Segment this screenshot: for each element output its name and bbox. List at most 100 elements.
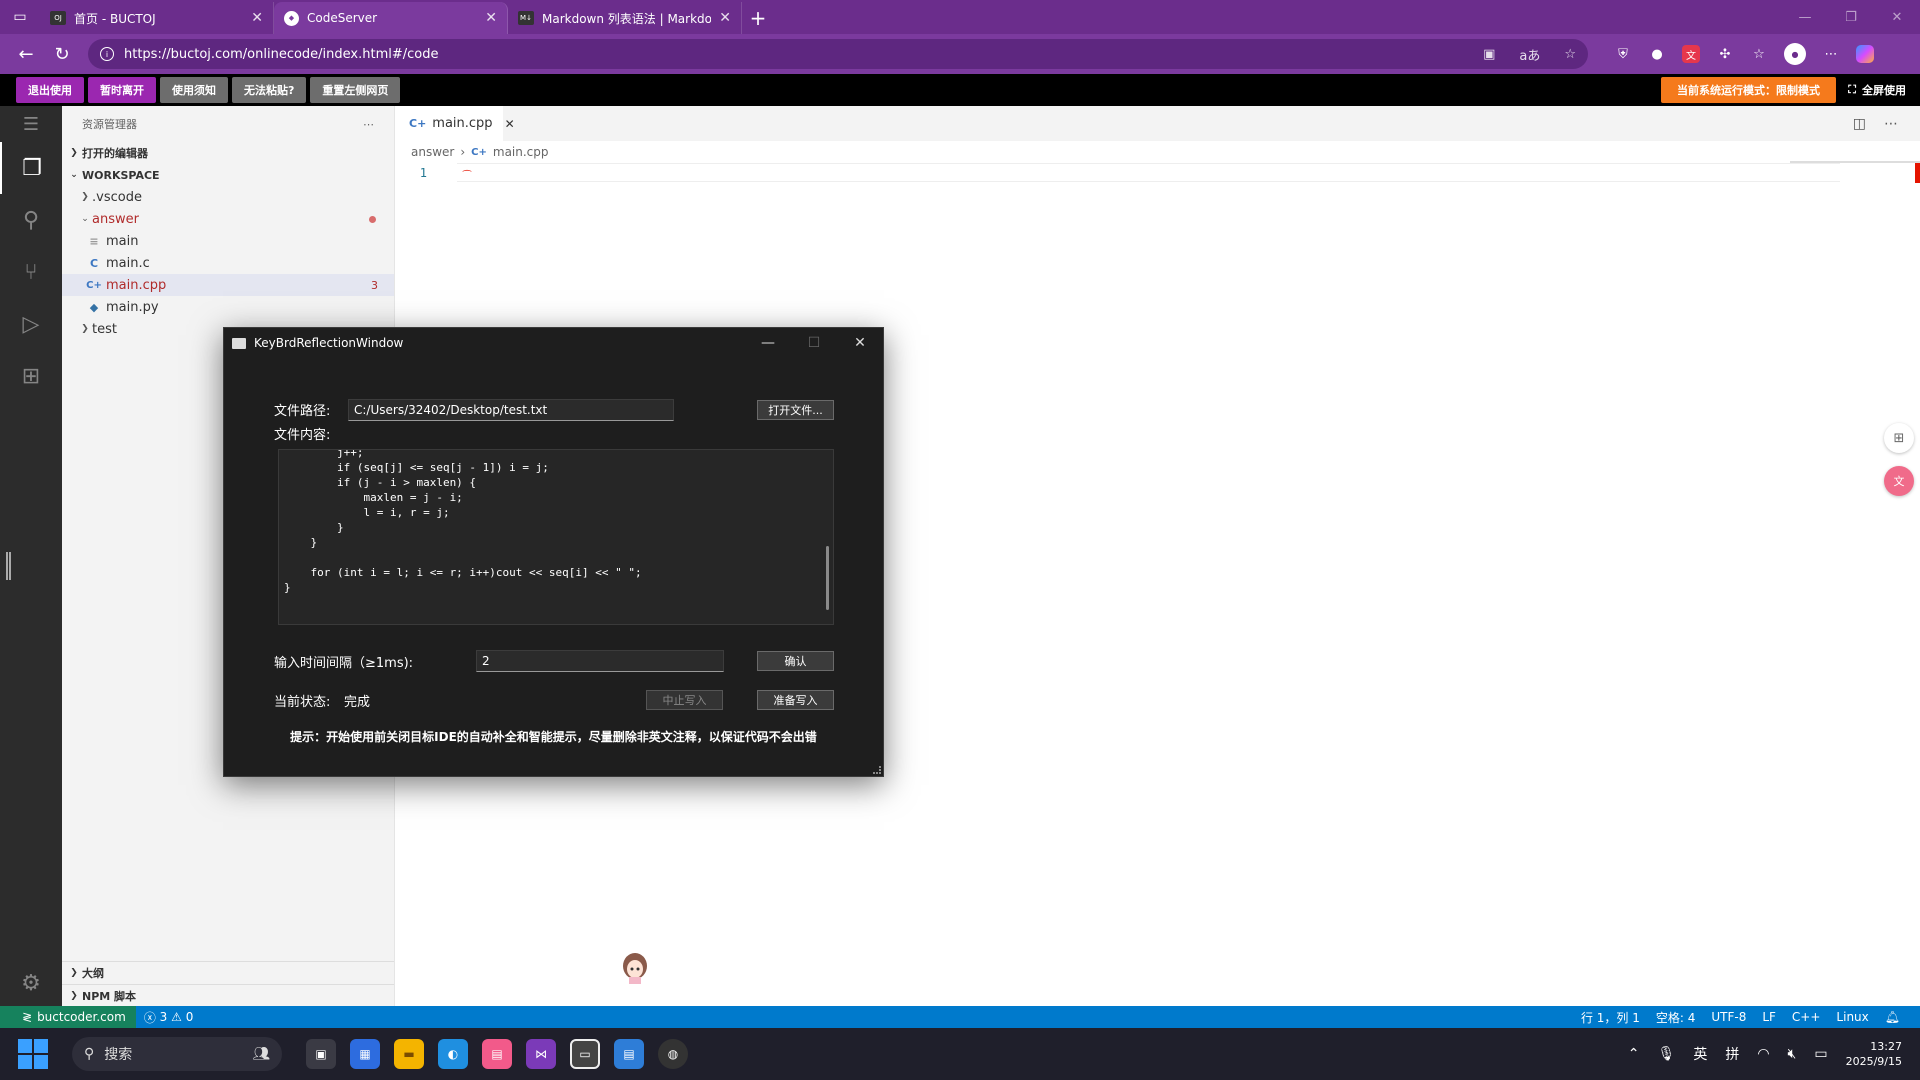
copilot-icon[interactable] bbox=[1856, 45, 1874, 63]
edge-browser-icon[interactable]: ◐ bbox=[438, 1039, 468, 1069]
breadcrumb-folder[interactable]: answer bbox=[411, 145, 454, 159]
url-box[interactable]: i https://buctoj.com/onlinecode/index.ht… bbox=[88, 39, 1588, 69]
extension-badge-icon[interactable]: ● bbox=[1648, 45, 1666, 63]
site-info-icon[interactable]: i bbox=[100, 47, 114, 61]
new-tab-button[interactable]: + bbox=[742, 2, 774, 34]
taskbar-search-box[interactable]: ⚲ 搜索 👥︎ bbox=[72, 1037, 282, 1071]
hamburger-menu-icon[interactable]: ☰ bbox=[0, 106, 62, 142]
remote-indicator[interactable]: ≷ buctcoder.com bbox=[0, 1006, 136, 1028]
run-debug-icon[interactable]: ▷ bbox=[0, 298, 62, 350]
restore-icon[interactable]: ❐ bbox=[1828, 0, 1874, 34]
breadcrumb-file[interactable]: main.cpp bbox=[493, 145, 549, 159]
resize-grip-icon[interactable] bbox=[873, 766, 881, 774]
profile-avatar-icon[interactable]: ● bbox=[1784, 43, 1806, 65]
more-menu-icon[interactable]: ⋯ bbox=[1822, 45, 1840, 63]
wifi-icon[interactable]: ◠ bbox=[1757, 1046, 1769, 1062]
ime-mode[interactable]: 拼 bbox=[1725, 1044, 1739, 1064]
browser-tab-markdown[interactable]: M↓ Markdown 列表语法 | Markdown ✕ bbox=[508, 2, 742, 34]
translate-extension-icon[interactable]: 文 bbox=[1682, 45, 1700, 63]
refresh-button[interactable]: ↻ bbox=[44, 39, 80, 69]
volume-muted-icon[interactable]: 🔇︎ bbox=[1788, 1046, 1797, 1062]
usage-notice-button[interactable]: 使用须知 bbox=[160, 77, 228, 103]
tree-folder-vscode[interactable]: ❯ .vscode bbox=[62, 186, 394, 208]
tree-folder-answer[interactable]: ⌄ answer bbox=[62, 208, 394, 230]
notepad-icon[interactable]: ▤ bbox=[614, 1039, 644, 1069]
tree-file-main-c[interactable]: C main.c bbox=[62, 252, 394, 274]
editor-tab-main-cpp[interactable]: C+ main.cpp ✕ bbox=[395, 106, 515, 141]
exit-button[interactable]: 退出使用 bbox=[16, 77, 84, 103]
minimize-icon[interactable]: — bbox=[745, 328, 791, 358]
back-button[interactable]: ← bbox=[8, 39, 44, 69]
tab-actions-icon[interactable]: ▭ bbox=[0, 0, 40, 34]
more-actions-icon[interactable]: ⋯ bbox=[1884, 116, 1898, 132]
close-icon[interactable]: ✕ bbox=[251, 10, 263, 26]
settings-gear-icon[interactable]: ⚙ bbox=[0, 971, 62, 996]
search-icon[interactable]: ⚲ bbox=[0, 194, 62, 246]
file-content-textarea[interactable]: j++; if (seq[j] <= seq[j - 1]) i = j; if… bbox=[278, 449, 834, 625]
favorites-icon[interactable]: ☆ bbox=[1750, 45, 1768, 63]
textarea-scrollbar[interactable] bbox=[826, 546, 829, 610]
task-view-icon[interactable]: ▣ bbox=[306, 1039, 336, 1069]
keyboard-reflection-app-icon[interactable]: ▭ bbox=[570, 1039, 600, 1069]
extensions-icon[interactable]: ⊞ bbox=[0, 350, 62, 402]
browser-tab-buctoj[interactable]: OJ 首页 - BUCTOJ ✕ bbox=[40, 2, 274, 34]
minimap[interactable] bbox=[1790, 161, 1920, 163]
close-window-icon[interactable]: ✕ bbox=[1874, 0, 1920, 34]
chevron-up-icon[interactable]: ⌃ bbox=[1628, 1046, 1640, 1062]
close-icon[interactable]: ✕ bbox=[485, 10, 497, 26]
leave-temporarily-button[interactable]: 暂时离开 bbox=[88, 77, 156, 103]
close-icon[interactable]: ✕ bbox=[719, 10, 731, 26]
ime-language[interactable]: 英 bbox=[1693, 1044, 1707, 1064]
outline-section[interactable]: ❯ 大纲 bbox=[62, 962, 394, 984]
split-editor-icon[interactable]: ◫ bbox=[1853, 116, 1866, 132]
floating-tool-icon[interactable]: ⊞ bbox=[1884, 423, 1914, 453]
indentation[interactable]: 空格: 4 bbox=[1648, 1009, 1704, 1026]
favorite-star-icon[interactable]: ☆ bbox=[1564, 47, 1576, 62]
resize-handle[interactable] bbox=[6, 552, 11, 580]
workspace-section[interactable]: ⌄ WORKSPACE bbox=[62, 164, 394, 186]
taskbar-clock[interactable]: 13:27 2025/9/15 bbox=[1846, 1039, 1902, 1069]
open-file-button[interactable]: 打开文件... bbox=[757, 400, 834, 420]
bilibili-icon[interactable]: ▤ bbox=[482, 1039, 512, 1069]
reset-left-page-button[interactable]: 重置左侧网页 bbox=[310, 77, 401, 103]
close-icon[interactable]: ✕ bbox=[505, 117, 515, 131]
browser-tab-codeserver[interactable]: ◆ CodeServer ✕ bbox=[274, 2, 508, 34]
microsoft-store-icon[interactable]: ▦ bbox=[350, 1039, 380, 1069]
visual-studio-icon[interactable]: ⋈ bbox=[526, 1039, 556, 1069]
app-available-icon[interactable]: ▣ bbox=[1483, 47, 1495, 62]
shield-extension-icon[interactable]: ⛨ bbox=[1614, 45, 1632, 63]
minimize-icon[interactable]: — bbox=[1782, 0, 1828, 34]
cursor-position[interactable]: 行 1，列 1 bbox=[1573, 1009, 1648, 1026]
cannot-paste-button[interactable]: 无法粘贴? bbox=[232, 77, 307, 103]
tree-file-main[interactable]: ≡ main bbox=[62, 230, 394, 252]
extensions-puzzle-icon[interactable]: ✣ bbox=[1716, 45, 1734, 63]
floating-translate-icon[interactable]: 文 bbox=[1884, 466, 1914, 496]
tree-file-main-py[interactable]: ◆ main.py bbox=[62, 296, 394, 318]
file-explorer-icon[interactable]: ▬ bbox=[394, 1039, 424, 1069]
source-control-icon[interactable]: ⑂ bbox=[0, 246, 62, 298]
chrome-like-browser-icon[interactable]: ◍ bbox=[658, 1039, 688, 1069]
url-text[interactable]: https://buctoj.com/onlinecode/index.html… bbox=[124, 47, 1459, 62]
notifications-bell-icon[interactable]: 🔔︎ bbox=[1877, 1009, 1908, 1026]
windows-start-icon[interactable] bbox=[18, 1039, 48, 1069]
read-aloud-icon[interactable]: aあ bbox=[1519, 45, 1540, 64]
encoding[interactable]: UTF-8 bbox=[1703, 1009, 1754, 1026]
interval-input[interactable]: 2 bbox=[476, 650, 724, 672]
battery-icon[interactable]: ▭ bbox=[1814, 1046, 1827, 1062]
explorer-files-icon[interactable]: ❐ bbox=[0, 142, 62, 194]
explorer-more-icon[interactable]: ⋯ bbox=[363, 118, 374, 131]
confirm-button[interactable]: 确认 bbox=[757, 651, 834, 671]
close-icon[interactable]: ✕ bbox=[837, 328, 883, 358]
anime-mascot-icon[interactable] bbox=[620, 950, 650, 984]
tree-file-main-cpp[interactable]: C+ main.cpp 3 bbox=[62, 274, 394, 296]
file-path-input[interactable]: C:/Users/32402/Desktop/test.txt bbox=[348, 399, 674, 421]
end-of-line[interactable]: LF bbox=[1754, 1009, 1784, 1026]
problems-indicator[interactable]: ⓧ 3 ⚠ 0 bbox=[136, 1009, 202, 1026]
code-line[interactable]: 1 ⁀ bbox=[395, 163, 1920, 182]
fullscreen-button[interactable]: ⛶ 全屏使用 bbox=[1848, 77, 1906, 103]
microphone-icon[interactable]: 🎙︎ bbox=[1658, 1046, 1676, 1062]
prepare-writing-button[interactable]: 准备写入 bbox=[757, 690, 834, 710]
open-editors-section[interactable]: ❯ 打开的编辑器 bbox=[62, 142, 394, 164]
os-indicator[interactable]: Linux bbox=[1828, 1009, 1876, 1026]
language-mode[interactable]: C++ bbox=[1784, 1009, 1829, 1026]
